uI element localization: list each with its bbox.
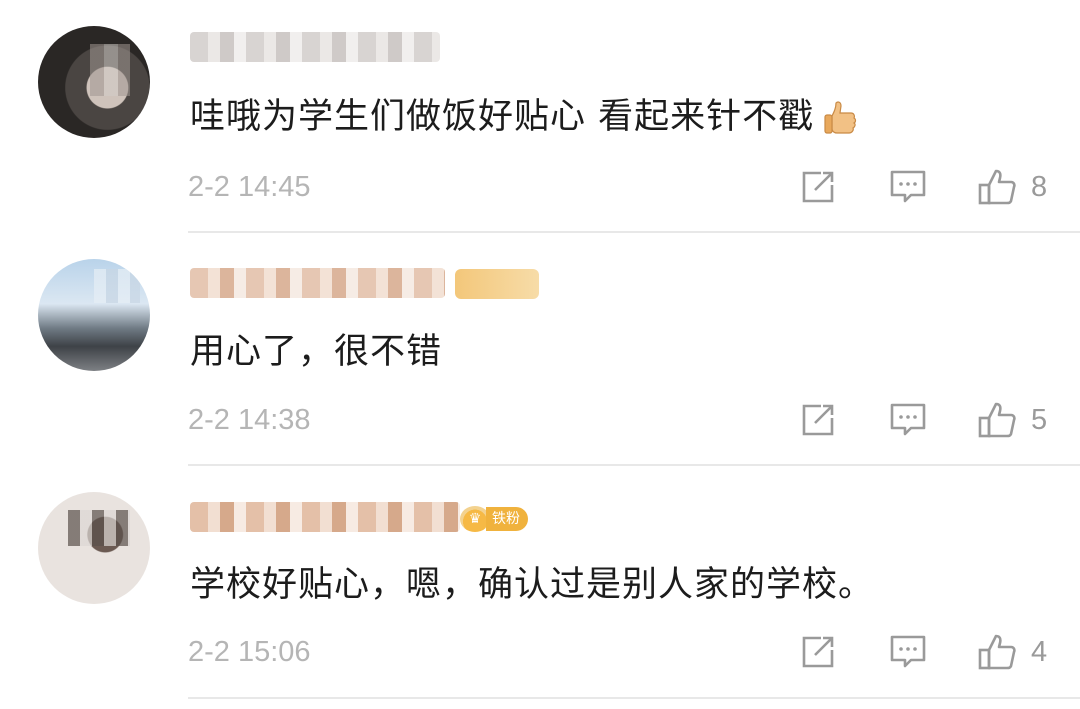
comment-icon [890, 403, 926, 436]
comment-feed: 哇哦为学生们做饭好贴心 看起来针不戳 2-2 14:45 8 用心了，很不错 2… [0, 0, 1080, 709]
like-button[interactable]: 5 [977, 402, 1047, 438]
comment-icon [890, 170, 926, 203]
comment-text: 学校好贴心，嗯，确认过是别人家的学校。 [190, 565, 875, 605]
thumbs-up-icon [978, 402, 1016, 438]
like-count: 8 [1031, 170, 1048, 203]
comment-time: 2-2 14:45 [188, 171, 311, 203]
username-blurred[interactable] [190, 32, 440, 62]
comment-time: 2-2 14:38 [188, 404, 311, 436]
comment-icon [890, 635, 926, 668]
share-button[interactable] [801, 402, 837, 438]
username-blurred[interactable] [190, 502, 460, 532]
share-button[interactable] [801, 169, 837, 205]
reply-button[interactable] [889, 402, 927, 438]
comment-item: ♛ 铁粉 学校好贴心，嗯，确认过是别人家的学校。 2-2 15:06 4 [0, 466, 1080, 698]
avatar[interactable] [38, 26, 150, 138]
username-blurred[interactable] [190, 268, 445, 298]
avatar-blur [68, 510, 130, 546]
comment-meta: 2-2 14:38 5 [0, 400, 1080, 440]
avatar-blur [94, 269, 140, 303]
share-icon [802, 636, 834, 668]
like-button[interactable]: 8 [977, 169, 1047, 205]
avatar[interactable] [38, 259, 150, 371]
comment-meta: 2-2 14:45 8 [0, 167, 1080, 207]
like-count: 4 [1031, 635, 1048, 668]
comment-text-body: 哇哦为学生们做饭好贴心 看起来针不戳 [190, 97, 815, 137]
avatar[interactable] [38, 492, 150, 604]
fan-badge-label: 铁粉 [486, 507, 528, 531]
reply-button[interactable] [889, 634, 927, 670]
like-count: 5 [1031, 403, 1048, 436]
avatar-blur [90, 44, 130, 96]
thumbs-up-emoji-icon [822, 99, 858, 137]
comment-item: 用心了，很不错 2-2 14:38 5 [0, 233, 1080, 465]
divider [188, 697, 1080, 699]
badge-blurred [455, 269, 539, 299]
like-button[interactable]: 4 [977, 634, 1047, 670]
comment-text: 用心了，很不错 [190, 332, 443, 372]
share-button[interactable] [801, 634, 837, 670]
share-icon [802, 171, 834, 203]
reply-button[interactable] [889, 169, 927, 205]
comment-meta: 2-2 15:06 4 [0, 632, 1080, 672]
comment-item: 哇哦为学生们做饭好贴心 看起来针不戳 2-2 14:45 8 [0, 0, 1080, 232]
thumbs-up-icon [978, 169, 1016, 205]
share-icon [802, 404, 834, 436]
thumbs-up-icon [978, 634, 1016, 670]
fan-badge: ♛ 铁粉 [460, 504, 528, 534]
comment-text: 哇哦为学生们做饭好贴心 看起来针不戳 [190, 88, 858, 139]
comment-time: 2-2 15:06 [188, 636, 311, 668]
